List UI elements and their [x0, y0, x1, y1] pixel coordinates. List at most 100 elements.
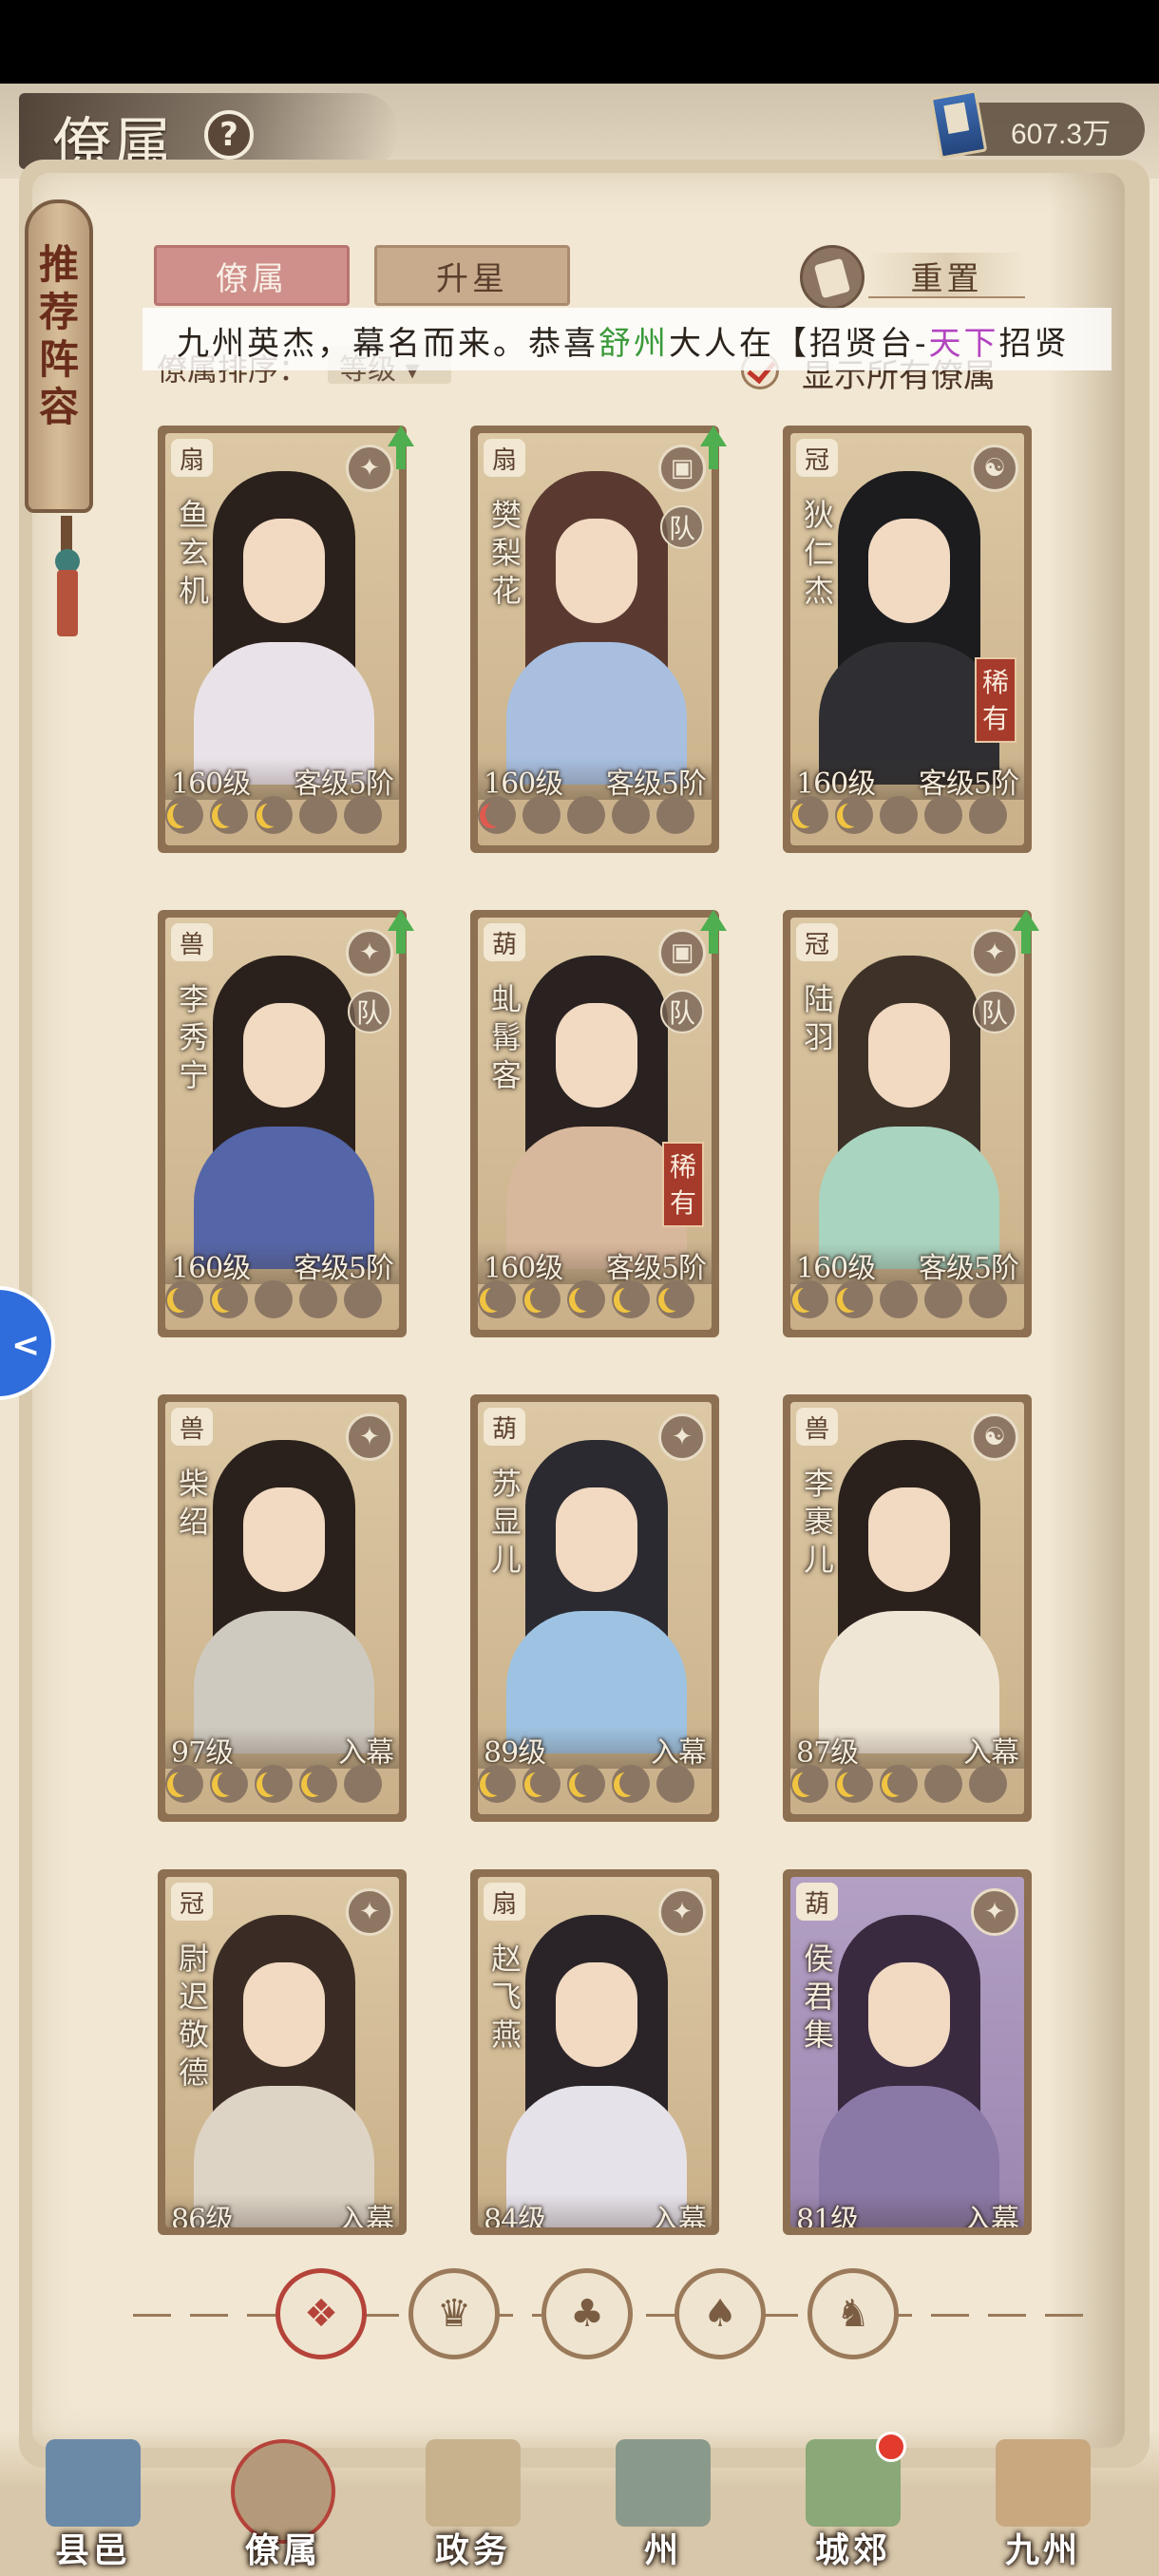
role-icon: ☯	[971, 445, 1018, 492]
retainer-card[interactable]: 葫 ✦ 侯君集 81级 入幕	[783, 1869, 1032, 2235]
retainer-card[interactable]: 兽 ✦ 李秀宁 队 160级 客级5阶	[158, 910, 414, 1337]
filter-gourd-button[interactable]: ♣	[542, 2268, 633, 2359]
moon-star-icon	[567, 1280, 605, 1318]
moon-star-icon	[299, 796, 337, 834]
filter-all-button[interactable]: ❖	[276, 2268, 367, 2359]
moon-star-icon	[299, 1765, 337, 1803]
portrait-face	[868, 1962, 950, 2067]
reset-button[interactable]: 重置	[800, 245, 1028, 310]
announcement-marquee: 九州英杰，幕名而来。恭喜舒州大人在【招贤台-天下招贤	[142, 308, 1112, 370]
currency-display[interactable]: 607.3万	[929, 89, 1145, 160]
filter-all-icon: ❖	[304, 2292, 338, 2336]
nav-item[interactable]: 城郊	[777, 2432, 929, 2572]
bookmark-label: 推荐阵容	[38, 241, 79, 430]
retainer-stage: 入幕	[338, 2204, 394, 2227]
moon-star-icon	[924, 1280, 962, 1318]
nav-item[interactable]: 政务	[397, 2439, 549, 2572]
nav-building-icon	[46, 2439, 141, 2527]
moon-star-icon	[165, 1765, 203, 1803]
retainer-card[interactable]: 扇 ✦ 赵飞燕 84级 入幕	[470, 1869, 719, 2235]
help-icon[interactable]: ?	[204, 110, 254, 160]
card-stat-row: 160级 客级5阶	[790, 1242, 1024, 1285]
team-badge: 队	[348, 990, 391, 1033]
nav-item[interactable]: 州	[587, 2439, 739, 2572]
moon-star-icon	[880, 796, 918, 834]
game-screen: 僚属 ? 607.3万 推荐阵容 僚属 升星 重置 僚属排序： 等级 ▾ 显示所…	[0, 84, 1159, 2576]
retainer-card[interactable]: 兽 ☯ 李裹儿 87级 入幕	[783, 1394, 1032, 1822]
star-moon-row	[165, 796, 390, 834]
portrait-face	[868, 1487, 950, 1592]
moon-star-icon	[210, 1280, 248, 1318]
moon-star-icon	[165, 796, 203, 834]
card-stat-row: 81级 入幕	[790, 2194, 1024, 2227]
upgrade-arrow-icon	[700, 910, 727, 954]
page-curl	[1049, 173, 1125, 2448]
card-face: 葫 ✦ 侯君集 81级 入幕	[790, 1877, 1024, 2227]
character-portrait	[506, 1905, 687, 2227]
moon-star-icon	[567, 796, 605, 834]
moon-star-icon	[969, 1765, 1007, 1803]
retainer-card[interactable]: 冠 ☯ 狄仁杰稀有 160级 客级5阶	[783, 426, 1032, 853]
marquee-part1: 九州英杰，幕名而来。恭喜	[177, 325, 598, 363]
filter-beast-button[interactable]: ♞	[808, 2268, 899, 2359]
category-icon: 冠	[796, 923, 838, 961]
retainer-card[interactable]: 葫 ▣ 虬髯客 队稀有 160级 客级5阶	[470, 910, 727, 1337]
star-moon-row	[790, 1280, 1015, 1318]
tab-retainers[interactable]: 僚属	[154, 245, 350, 306]
category-icon: 兽	[796, 1408, 838, 1446]
filter-fan-button[interactable]: ♠	[674, 2268, 766, 2359]
nav-label: 州	[643, 2530, 682, 2570]
retainer-card[interactable]: 扇 ✦ 鱼玄机 160级 客级5阶	[158, 426, 414, 853]
card-stat-row: 160级 客级5阶	[165, 758, 399, 801]
moon-star-icon	[835, 1765, 873, 1803]
recommended-lineup-bookmark[interactable]: 推荐阵容	[25, 199, 93, 513]
filter-hat-icon: ♛	[437, 2292, 471, 2336]
retainer-card[interactable]: 冠 ✦ 陆羽 队 160级 客级5阶	[783, 910, 1039, 1337]
nav-label: 政务	[434, 2530, 511, 2570]
filter-hat-button[interactable]: ♛	[408, 2268, 500, 2359]
tassel-cord	[61, 516, 72, 554]
retainer-card[interactable]: 兽 ✦ 柴绍 97级 入幕	[158, 1394, 407, 1822]
star-moon-row	[165, 1280, 390, 1318]
card-face: 葫 ✦ 苏显儿 89级 入幕	[478, 1402, 712, 1814]
moon-star-icon	[656, 1765, 694, 1803]
tab-star-up[interactable]: 升星	[374, 245, 570, 306]
retainer-name: 尉迟敬德	[178, 1941, 209, 2091]
reset-label: 重置	[868, 253, 1025, 298]
retainer-card[interactable]: 冠 ✦ 尉迟敬德 86级 入幕	[158, 1869, 407, 2235]
bottom-nav: 县邑 僚属 政务 州 城郊 九州	[0, 2430, 1159, 2576]
currency-value: 607.3万	[1011, 119, 1112, 150]
role-icon: ✦	[658, 1413, 706, 1461]
retainer-card[interactable]: 扇 ▣ 樊梨花 队 160级 客级5阶	[470, 426, 727, 853]
retainer-name: 陆羽	[803, 981, 834, 1055]
character-portrait	[506, 946, 687, 1269]
card-face: 扇 ✦ 鱼玄机 160级 客级5阶	[165, 433, 399, 845]
moon-star-icon	[567, 1765, 605, 1803]
moon-star-icon	[255, 796, 293, 834]
moon-star-icon	[969, 796, 1007, 834]
moon-star-icon	[612, 1280, 650, 1318]
moon-star-icon	[656, 1280, 694, 1318]
retainer-stage: 入幕	[963, 2204, 1019, 2227]
card-stat-row: 86级 入幕	[165, 2194, 399, 2227]
nav-item[interactable]: 僚属	[207, 2439, 359, 2572]
role-icon: ☯	[971, 1413, 1018, 1461]
nav-item[interactable]: 九州	[967, 2439, 1119, 2572]
nav-item[interactable]: 县邑	[17, 2439, 169, 2572]
category-icon: 扇	[171, 439, 213, 477]
retainer-card[interactable]: 葫 ✦ 苏显儿 89级 入幕	[470, 1394, 719, 1822]
role-icon: ✦	[346, 1888, 393, 1936]
card-stat-row: 89级 入幕	[478, 1727, 712, 1770]
moon-star-icon	[835, 796, 873, 834]
portrait-face	[556, 519, 637, 623]
category-icon: 扇	[484, 439, 525, 477]
rare-badge: 稀有	[975, 657, 1016, 743]
card-stat-row: 97级 入幕	[165, 1727, 399, 1770]
portrait-face	[556, 1962, 637, 2067]
team-badge: 队	[973, 990, 1016, 1033]
star-moon-row	[478, 796, 702, 834]
category-icon: 葫	[796, 1883, 838, 1921]
retainer-level: 86级	[171, 2204, 234, 2227]
category-icon: 葫	[484, 923, 525, 961]
card-face: 冠 ✦ 尉迟敬德 86级 入幕	[165, 1877, 399, 2227]
